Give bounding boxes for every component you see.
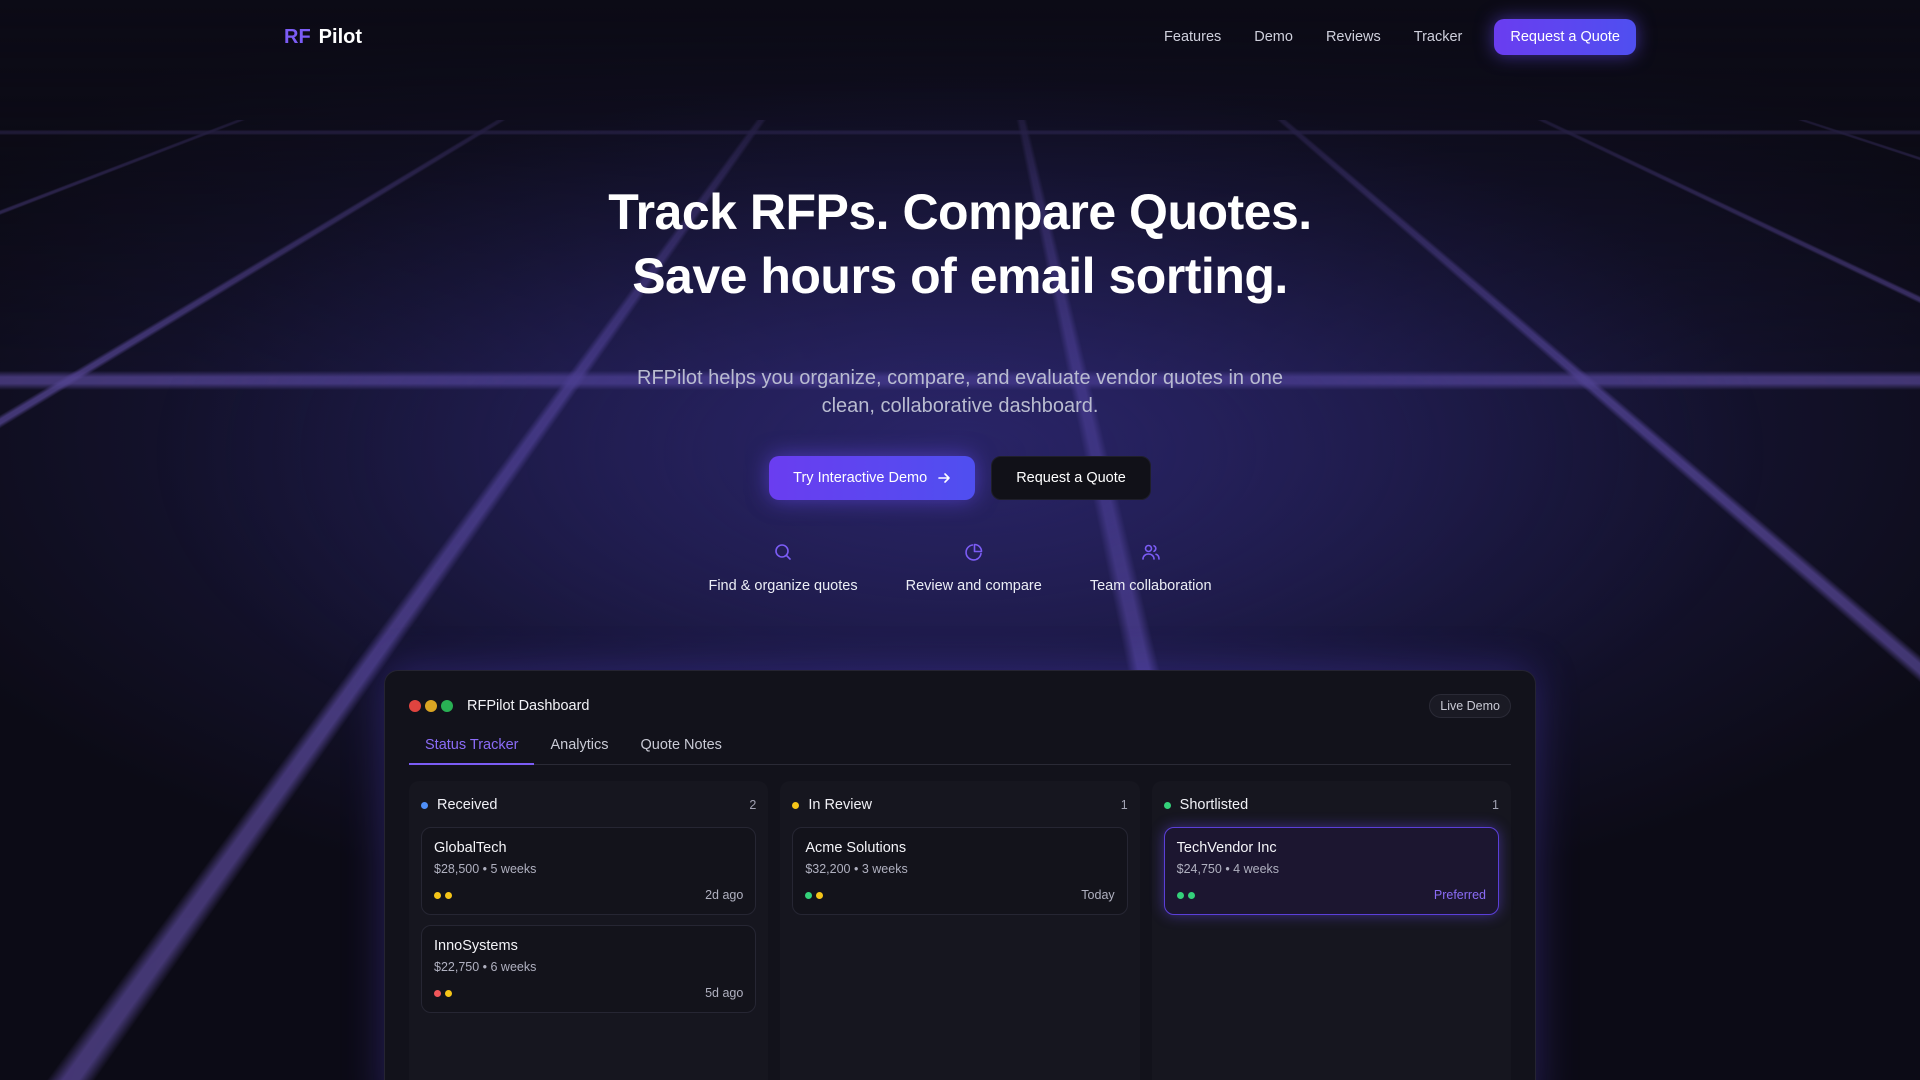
hero-title-line1: Track RFPs. Compare Quotes. [608, 184, 1311, 240]
status-dot [421, 802, 428, 809]
dashboard-header: RFPilot Dashboard Live Demo [409, 695, 1511, 717]
rating-dots [805, 892, 823, 899]
quote-card[interactable]: GlobalTech $28,500 • 5 weeks 2d ago [421, 827, 756, 915]
column-in-review: In Review 1 Acme Solutions $32,200 • 3 w… [780, 781, 1139, 1080]
rating-dots [434, 892, 452, 899]
arrow-right-icon [937, 471, 951, 485]
quote-card-preferred[interactable]: TechVendor Inc $24,750 • 4 weeks Preferr… [1164, 827, 1499, 915]
quote-meta: $32,200 • 3 weeks [805, 862, 1114, 876]
vendor-name: InnoSystems [434, 938, 743, 954]
live-demo-badge: Live Demo [1429, 694, 1511, 718]
vendor-name: Acme Solutions [805, 840, 1114, 856]
nav-request-quote-button[interactable]: Request a Quote [1494, 19, 1636, 55]
rating-dots [434, 990, 452, 997]
column-count: 1 [1121, 798, 1128, 812]
nav-links: Features Demo Reviews Tracker Request a … [1131, 19, 1636, 55]
minimize-dot[interactable] [425, 700, 437, 712]
hero-title: Track RFPs. Compare Quotes. Save hours o… [0, 180, 1920, 308]
dashboard-title: RFPilot Dashboard [467, 698, 590, 714]
dashboard-tabs: Status Tracker Analytics Quote Notes [409, 731, 1511, 765]
column-title: Received [437, 797, 497, 813]
try-demo-label: Try Interactive Demo [793, 470, 927, 486]
status-dot [792, 802, 799, 809]
logo-pilot: Pilot [319, 26, 362, 49]
try-demo-button[interactable]: Try Interactive Demo [769, 456, 975, 500]
preferred-label: Preferred [1434, 888, 1486, 902]
maximize-dot[interactable] [441, 700, 453, 712]
quote-meta: $28,500 • 5 weeks [434, 862, 743, 876]
quote-time: 5d ago [705, 986, 743, 1000]
column-shortlisted: Shortlisted 1 TechVendor Inc $24,750 • 4… [1152, 781, 1511, 1080]
column-count: 1 [1492, 798, 1499, 812]
quote-meta: $22,750 • 6 weeks [434, 960, 743, 974]
column-header: Shortlisted 1 [1164, 793, 1499, 817]
feature-label: Review and compare [906, 578, 1042, 594]
pie-chart-icon [964, 542, 984, 562]
column-title: In Review [808, 797, 872, 813]
kanban-board: Received 2 GlobalTech $28,500 • 5 weeks … [409, 781, 1511, 1080]
hero-subtitle: RFPilot helps you organize, compare, and… [630, 364, 1290, 420]
top-nav: RF Pilot Features Demo Reviews Tracker R… [284, 18, 1636, 56]
feature-review-compare: Review and compare [906, 542, 1042, 594]
column-title: Shortlisted [1180, 797, 1249, 813]
logo-rf: RF [284, 26, 311, 49]
column-header: In Review 1 [792, 793, 1127, 817]
status-dot [1164, 802, 1171, 809]
tab-quote-notes[interactable]: Quote Notes [625, 731, 738, 764]
hero-title-line2: Save hours of email sorting. [632, 248, 1288, 304]
feature-label: Find & organize quotes [708, 578, 857, 594]
window-controls [409, 700, 453, 712]
quote-card[interactable]: InnoSystems $22,750 • 6 weeks 5d ago [421, 925, 756, 1013]
vendor-name: GlobalTech [434, 840, 743, 856]
feature-team-collaboration: Team collaboration [1090, 542, 1212, 594]
quote-card[interactable]: Acme Solutions $32,200 • 3 weeks Today [792, 827, 1127, 915]
vendor-name: TechVendor Inc [1177, 840, 1486, 856]
users-icon [1141, 542, 1161, 562]
nav-link-tracker[interactable]: Tracker [1414, 29, 1463, 45]
hero-request-quote-button[interactable]: Request a Quote [991, 456, 1151, 500]
tab-status-tracker[interactable]: Status Tracker [409, 731, 534, 765]
quote-meta: $24,750 • 4 weeks [1177, 862, 1486, 876]
hero: Track RFPs. Compare Quotes. Save hours o… [0, 180, 1920, 594]
quote-time: Today [1081, 888, 1114, 902]
logo[interactable]: RF Pilot [284, 26, 362, 49]
nav-link-features[interactable]: Features [1164, 29, 1221, 45]
rating-dots [1177, 892, 1195, 899]
feature-list: Find & organize quotes Review and compar… [0, 542, 1920, 594]
hero-cta-row: Try Interactive Demo Request a Quote [0, 456, 1920, 500]
nav-link-reviews[interactable]: Reviews [1326, 29, 1381, 45]
nav-link-demo[interactable]: Demo [1254, 29, 1293, 45]
close-dot[interactable] [409, 700, 421, 712]
column-count: 2 [749, 798, 756, 812]
tab-analytics[interactable]: Analytics [534, 731, 624, 764]
feature-label: Team collaboration [1090, 578, 1212, 594]
feature-find-organize: Find & organize quotes [708, 542, 857, 594]
quote-time: 2d ago [705, 888, 743, 902]
search-icon [773, 542, 793, 562]
dashboard-preview: RFPilot Dashboard Live Demo Status Track… [384, 670, 1536, 1080]
column-header: Received 2 [421, 793, 756, 817]
column-received: Received 2 GlobalTech $28,500 • 5 weeks … [409, 781, 768, 1080]
